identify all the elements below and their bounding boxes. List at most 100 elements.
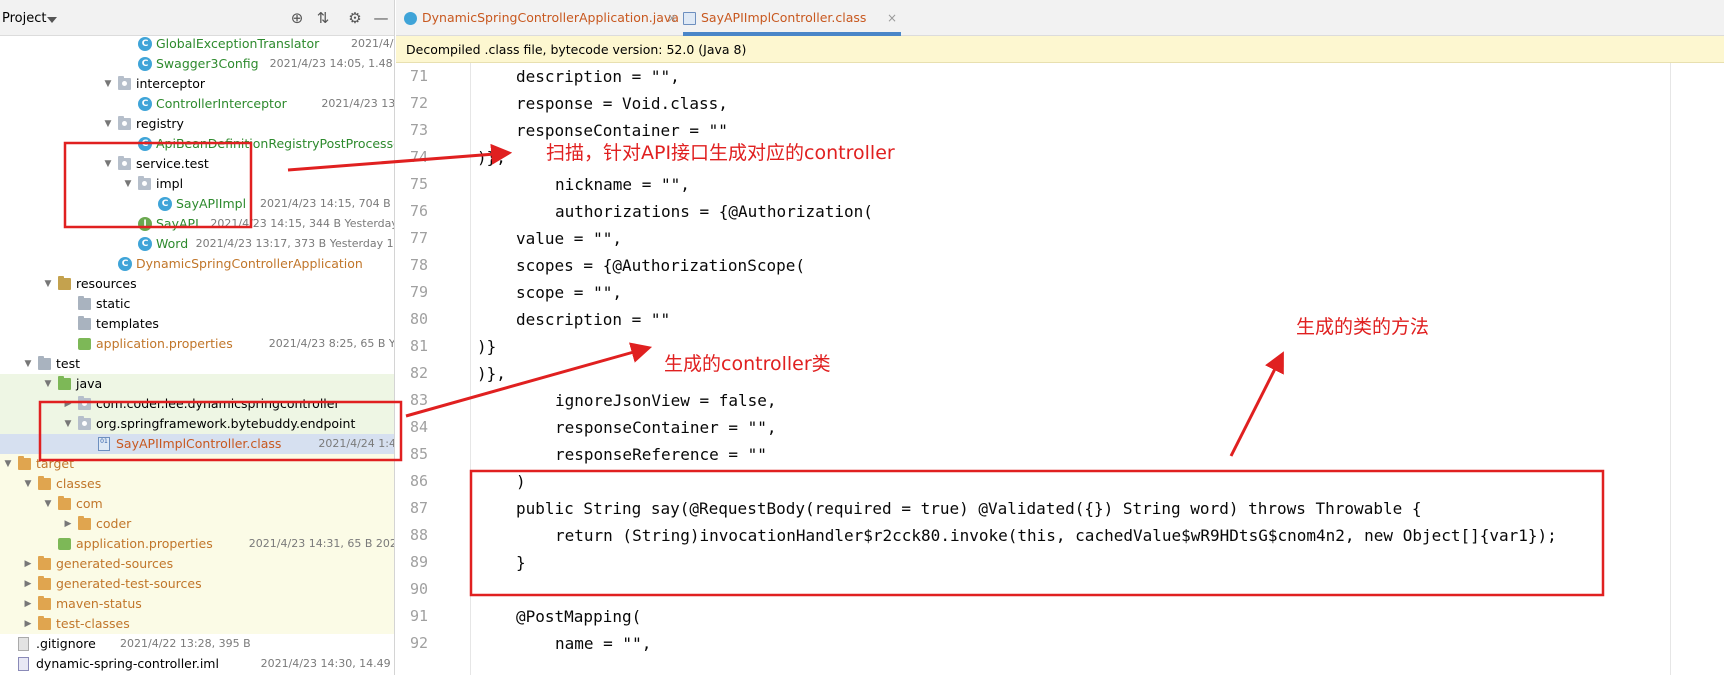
tree-item[interactable]: application.properties 2021/4/23 8:25, 65… — [0, 334, 394, 354]
tree-item[interactable]: ▼ classes — [0, 474, 394, 494]
tree-item[interactable]: C SayAPIImpl 2021/4/23 14:15, 704 B Yester… — [0, 194, 394, 214]
tree-item[interactable]: ▼ impl — [0, 174, 394, 194]
tree-item[interactable]: ▶ maven-status — [0, 594, 394, 614]
code-line[interactable]: responseContainer = "", — [555, 414, 777, 441]
minimize-icon[interactable]: — — [370, 8, 392, 28]
tree-item[interactable]: I SayAPI 2021/4/23 14:15, 344 B Yesterday … — [0, 214, 394, 234]
code-line[interactable]: description = "", — [516, 63, 680, 90]
tree-item[interactable]: C Word 2021/4/23 13:17, 373 B Yesterday 13… — [0, 234, 394, 254]
code-line[interactable]: )}, — [477, 144, 506, 171]
tree-item[interactable]: C ControllerInterceptor 2021/4/23 13:54, 1… — [0, 94, 394, 114]
tree-item-meta: 2021/4/24 1:46, 3.13 kB — [318, 437, 394, 450]
tree-item[interactable]: dynamic-spring-controller.iml 2021/4/23 1… — [0, 654, 394, 674]
chevron-right-icon[interactable]: ▶ — [62, 394, 74, 414]
chevron-down-icon[interactable]: ▼ — [22, 474, 34, 494]
tree-item[interactable]: application.properties 2021/4/23 14:31, 6… — [0, 534, 394, 554]
package-icon — [118, 76, 131, 90]
code-line[interactable]: @PostMapping( — [516, 603, 641, 630]
code-line[interactable]: description = "" — [516, 306, 670, 333]
tree-item[interactable]: ▶ coder — [0, 514, 394, 534]
collapse-icon[interactable]: ⇅ — [312, 8, 334, 28]
tree-item[interactable]: ▼ registry — [0, 114, 394, 134]
code-line[interactable]: return (String)invocationHandler$r2cck80… — [555, 522, 1557, 549]
tab-dynamic-spring-controller-application[interactable]: DynamicSpringControllerApplication.java … — [404, 0, 679, 36]
binary-class-icon: 01 — [98, 437, 110, 451]
chevron-down-icon[interactable]: ▼ — [62, 414, 74, 434]
close-icon[interactable]: × — [667, 0, 677, 36]
code-line[interactable]: value = "", — [516, 225, 622, 252]
line-number: 71 — [410, 67, 429, 85]
folder-icon — [38, 556, 51, 570]
line-number-gutter: 71 72 73 74 75 76 77 78 79 80 81 82 83 84 85 86 87 88 89 90… — [396, 63, 470, 675]
chevron-down-icon[interactable]: ▼ — [102, 114, 114, 134]
chevron-down-icon[interactable]: ▼ — [2, 454, 14, 474]
tree-item[interactable]: ▶ generated-sources — [0, 554, 394, 574]
code-line[interactable]: ignoreJsonView = false, — [555, 387, 777, 414]
chevron-down-icon[interactable]: ▼ — [102, 74, 114, 94]
line-number: 88 — [410, 526, 429, 544]
chevron-right-icon[interactable]: ▶ — [22, 614, 34, 634]
tab-label: DynamicSpringControllerApplication.java — [422, 10, 679, 25]
code-line[interactable]: nickname = "", — [555, 171, 690, 198]
tree-item[interactable]: ▶ test-classes — [0, 614, 394, 634]
tree-item[interactable]: ▶ generated-test-sources — [0, 574, 394, 594]
tree-item[interactable]: ▼ interceptor — [0, 74, 394, 94]
code-line[interactable]: name = "", — [555, 630, 651, 657]
code-line[interactable]: responseReference = "" — [555, 441, 767, 468]
tree-item[interactable]: C Swagger3Config 2021/4/23 14:05, 1.48 kB … — [0, 54, 394, 74]
chevron-right-icon[interactable]: ▶ — [22, 554, 34, 574]
locate-icon[interactable]: ⊕ — [286, 8, 308, 28]
package-icon — [118, 156, 131, 170]
decompiled-banner: Decompiled .class file, bytecode version… — [396, 36, 1724, 63]
tree-item[interactable]: .gitignore 2021/4/22 13:28, 395 B — [0, 634, 394, 654]
tree-item[interactable]: 01 SayAPIImplController.class 2021/4/24 1:… — [0, 434, 394, 454]
tree-item[interactable]: ▼ resources — [0, 274, 394, 294]
chevron-down-icon[interactable]: ▼ — [102, 154, 114, 174]
close-icon[interactable]: × — [887, 0, 897, 36]
code-line[interactable]: scope = "", — [516, 279, 622, 306]
tree-item[interactable]: ▼ target — [0, 454, 394, 474]
tree-item[interactable]: CApiBeanDefinitionRegistryPostProcessor2… — [0, 134, 394, 154]
folder-icon — [58, 376, 71, 390]
tree-item[interactable]: CDynamicSpringControllerApplication2021/… — [0, 254, 394, 274]
project-panel-title[interactable]: Project — [2, 11, 46, 26]
tree-item[interactable]: C GlobalExceptionTranslator 2021/4/23 14:3… — [0, 34, 394, 54]
code-line[interactable]: authorizations = {@Authorization( — [555, 198, 873, 225]
tree-item[interactable]: static — [0, 294, 394, 314]
line-number: 91 — [410, 607, 429, 625]
code-line[interactable]: )} — [477, 333, 496, 360]
chevron-right-icon[interactable]: ▶ — [22, 574, 34, 594]
tab-say-api-impl-controller[interactable]: SayAPIImplController.class × — [683, 0, 903, 36]
code-line[interactable]: )}, — [477, 360, 506, 387]
chevron-right-icon[interactable]: ▶ — [62, 514, 74, 534]
tree-item-label: interceptor — [136, 76, 206, 91]
tree-item-label: classes — [56, 476, 102, 491]
tree-item[interactable]: ▼ com — [0, 494, 394, 514]
tree-item[interactable]: ▼ org.springframework.bytebuddy.endpoint — [0, 414, 394, 434]
tree-item[interactable]: ▶ com.coder.lee.dynamicspringcontroller — [0, 394, 394, 414]
chevron-down-icon[interactable]: ▼ — [42, 374, 54, 394]
code-line[interactable]: public String say(@RequestBody(required … — [516, 495, 1421, 522]
tree-item[interactable]: templates — [0, 314, 394, 334]
tree-item[interactable]: ▼ service.test — [0, 154, 394, 174]
code-line[interactable]: } — [516, 549, 526, 576]
tree-item[interactable]: ▼ java — [0, 374, 394, 394]
scan-annotation: 扫描，针对API接口生成对应的controller — [546, 142, 895, 164]
chevron-right-icon[interactable]: ▶ — [22, 594, 34, 614]
tree-item-label: Word — [156, 236, 189, 251]
tree-item[interactable]: ▼ test — [0, 354, 394, 374]
tree-item-label: application.properties — [96, 336, 233, 351]
chevron-down-icon[interactable]: ▼ — [122, 174, 134, 194]
chevron-down-icon[interactable]: ▼ — [42, 274, 54, 294]
line-number: 90 — [410, 580, 429, 598]
line-number: 89 — [410, 553, 429, 571]
code-line[interactable]: ) — [516, 468, 526, 495]
chevron-down-icon[interactable]: ▼ — [22, 354, 34, 374]
ide-window: Project ⊕ ⇅ ⚙ — C GlobalExceptionTranslat… — [0, 0, 1724, 675]
chevron-down-icon[interactable] — [47, 17, 57, 23]
chevron-down-icon[interactable]: ▼ — [42, 494, 54, 514]
class-icon: C — [138, 37, 152, 51]
code-line[interactable]: scopes = {@AuthorizationScope( — [516, 252, 805, 279]
code-line[interactable]: response = Void.class, — [516, 90, 728, 117]
gear-icon[interactable]: ⚙ — [344, 8, 366, 28]
